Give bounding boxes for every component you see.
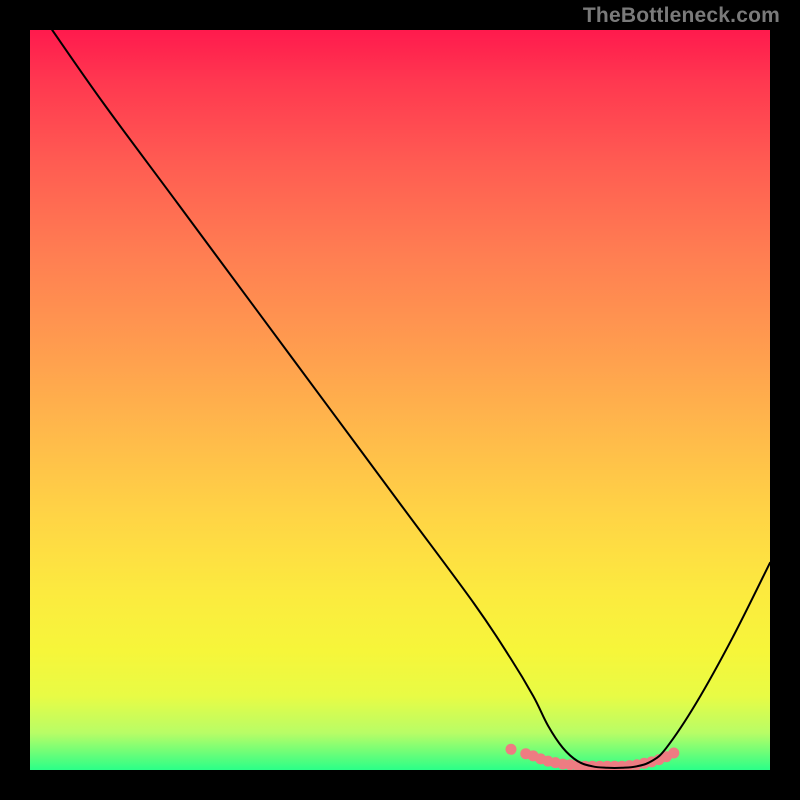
chart-frame: TheBottleneck.com [0, 0, 800, 800]
bottleneck-curve [52, 30, 770, 768]
optimal-marker [668, 748, 679, 759]
watermark-text: TheBottleneck.com [583, 4, 780, 28]
plot-area [30, 30, 770, 770]
optimal-marker [506, 744, 517, 755]
curve-layer [30, 30, 770, 770]
